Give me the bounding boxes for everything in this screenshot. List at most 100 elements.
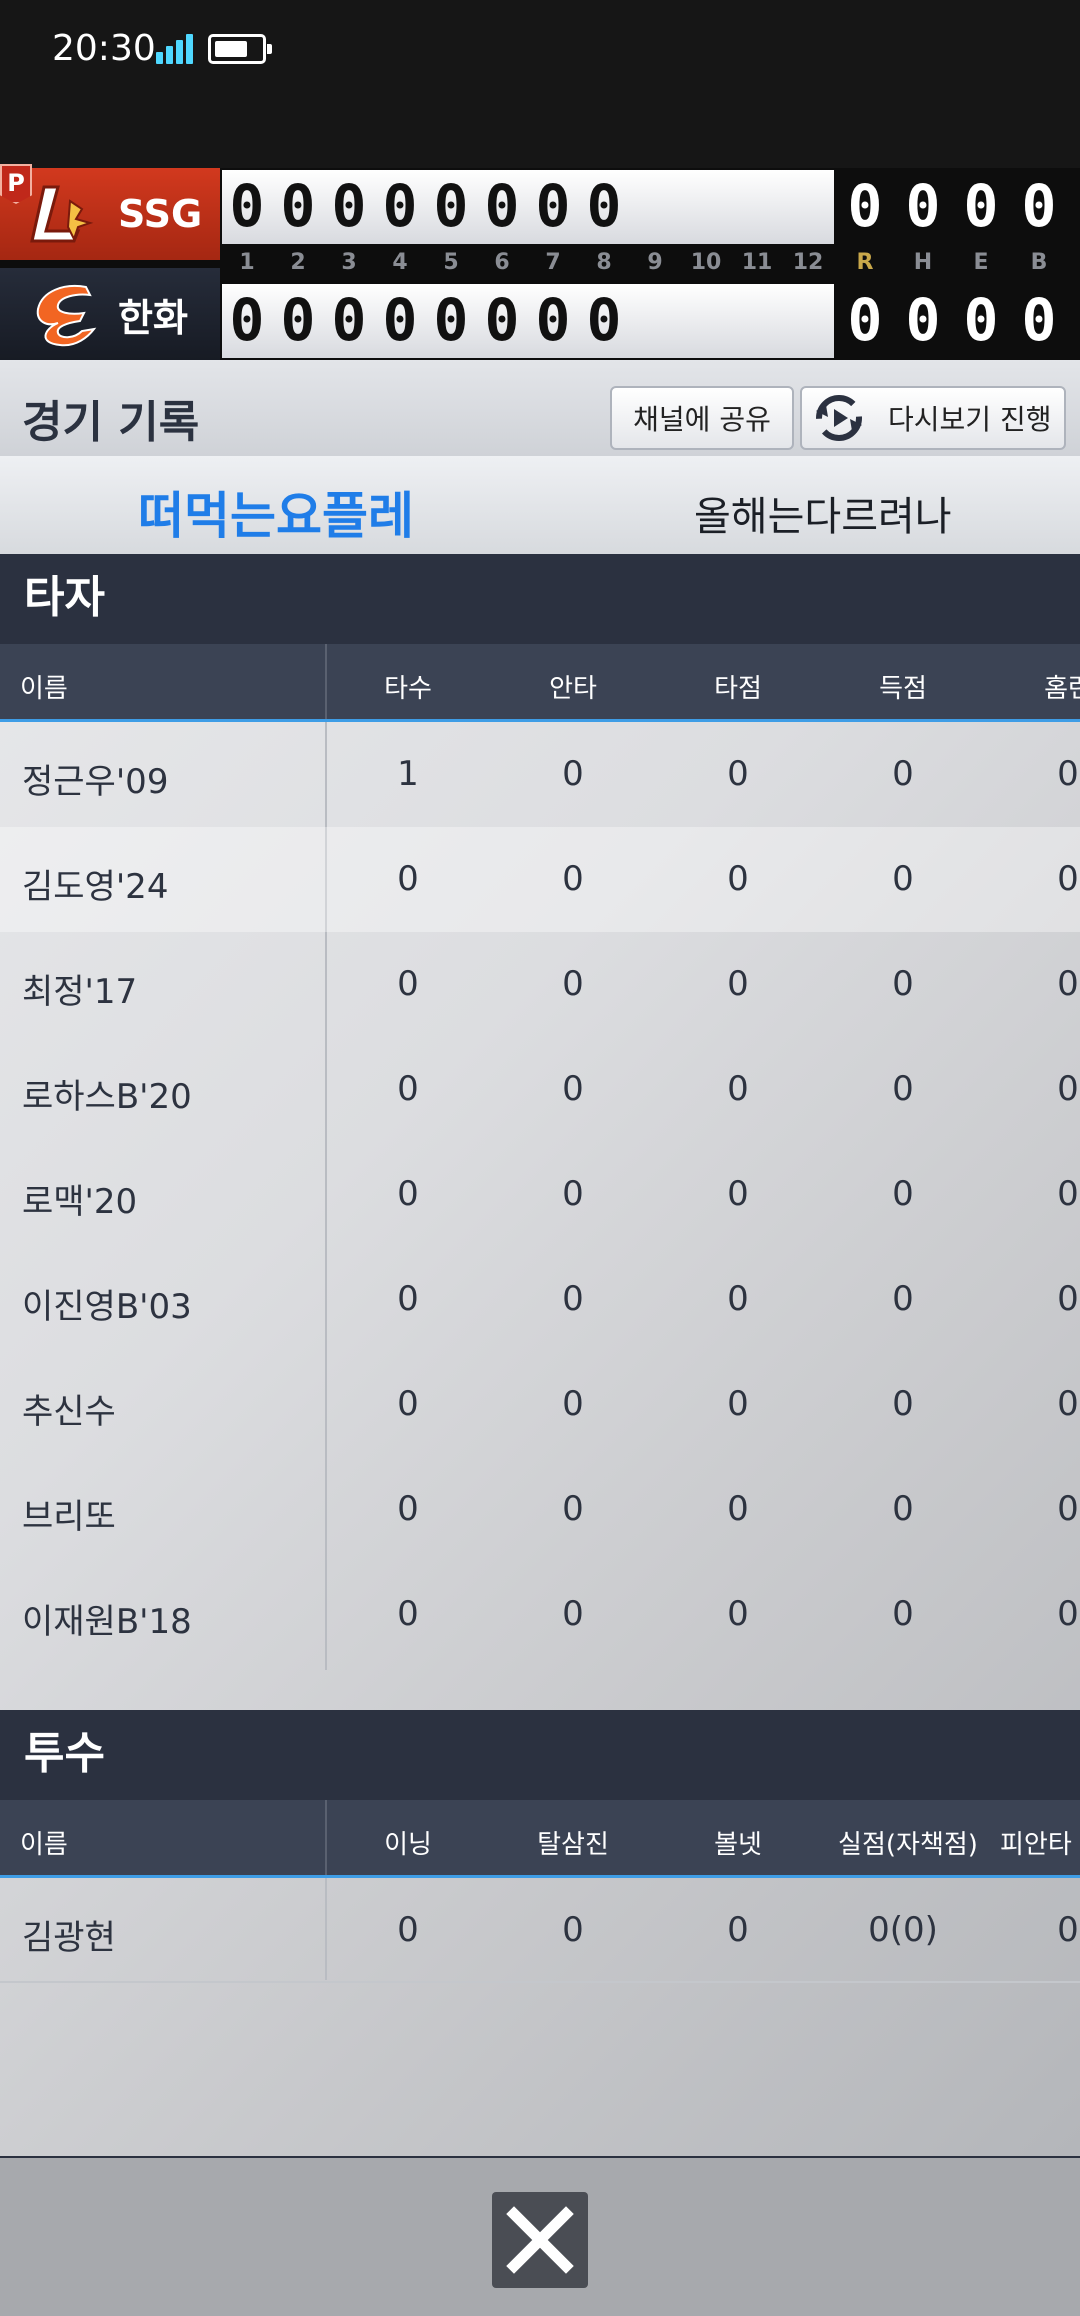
column-divider: [325, 644, 327, 719]
away-inning-5: 0: [433, 172, 469, 240]
stat-cell: 0: [892, 1279, 914, 1319]
home-team-cell: 한화: [0, 268, 220, 360]
away-inning-3: 0: [331, 172, 367, 240]
total-label-b: B: [1030, 250, 1048, 275]
replay-button[interactable]: 다시보기 진행: [800, 386, 1066, 450]
inning-label: 9: [647, 250, 663, 275]
away-total-r: 0: [847, 172, 883, 240]
stat-cell: 0: [727, 1279, 749, 1319]
stat-cell: 0: [397, 1069, 419, 1109]
table-row[interactable]: 김도영'24 0 0 0 0 0: [0, 827, 1080, 932]
col-header-name: 이름: [20, 1830, 68, 1860]
inning-label: 5: [443, 250, 459, 275]
ssg-landers-logo-icon: [30, 185, 94, 243]
player-name: 이재원B'18: [22, 1602, 192, 1642]
home-total-b: 0: [1021, 286, 1057, 354]
table-row[interactable]: 브리또 0 0 0 0 0: [0, 1457, 1080, 1562]
stat-cell: 0: [397, 964, 419, 1004]
away-totals: 0 0 0 0: [836, 170, 1080, 244]
status-bar: 20:30: [0, 0, 1080, 168]
stat-cell: 0: [562, 1174, 584, 1214]
home-inning-2: 0: [280, 286, 316, 354]
table-row[interactable]: 로맥'20 0 0 0 0 0: [0, 1142, 1080, 1247]
away-team-name: SSG: [118, 192, 203, 236]
total-label-e: E: [973, 250, 989, 275]
player-name: 로하스B'20: [22, 1077, 192, 1117]
col-header-name: 이름: [20, 674, 68, 704]
col-header-runs-earned: 실점(자책점): [838, 1830, 978, 1860]
stat-cell: 0(0): [868, 1910, 938, 1950]
column-divider: [325, 1800, 327, 1875]
table-row[interactable]: 최정'17 0 0 0 0 0: [0, 932, 1080, 1037]
scoreboard: SSG P 한화 0 0 0 0 0 0 0 0 0 0 0 0 1 2 3 4…: [0, 164, 1080, 360]
stat-cell: 0: [1057, 964, 1079, 1004]
player-name: 로맥'20: [22, 1182, 138, 1222]
stat-cell: 0: [727, 1069, 749, 1109]
table-row[interactable]: 로하스B'20 0 0 0 0 0: [0, 1037, 1080, 1142]
total-label-h: H: [913, 250, 933, 275]
stat-cell: 0: [562, 1384, 584, 1424]
home-total-r: 0: [847, 286, 883, 354]
stat-cell: 0: [892, 754, 914, 794]
player-name: 최정'17: [22, 972, 138, 1012]
inning-label: 7: [545, 250, 561, 275]
stat-cell: 0: [892, 859, 914, 899]
stat-cell: 0: [727, 964, 749, 1004]
stat-cell: 0: [1057, 859, 1079, 899]
table-row[interactable]: 추신수 0 0 0 0 0: [0, 1352, 1080, 1457]
home-total-h: 0: [905, 286, 941, 354]
table-row[interactable]: 김광현 0 0 0 0(0) 0: [0, 1878, 1080, 1983]
inning-label: 4: [392, 250, 408, 275]
away-total-b: 0: [1021, 172, 1057, 240]
col-header-strikeouts: 탈삼진: [537, 1830, 609, 1860]
home-team-name: 한화: [118, 295, 188, 340]
stat-cell: 0: [1057, 1279, 1079, 1319]
away-inning-8: 0: [586, 172, 622, 240]
batters-table-header: 이름 타수 안타 타점 득점 홈런: [0, 644, 1080, 722]
home-totals: 0 0 0 0: [836, 284, 1080, 358]
stat-cell: 0: [1057, 1594, 1079, 1634]
away-inning-2: 0: [280, 172, 316, 240]
total-label-r: R: [856, 250, 874, 275]
away-inning-7: 0: [535, 172, 571, 240]
col-header-runs: 득점: [879, 674, 927, 704]
table-row[interactable]: 이재원B'18 0 0 0 0 0: [0, 1562, 1080, 1667]
table-row[interactable]: 이진영B'03 0 0 0 0 0: [0, 1247, 1080, 1352]
status-time: 20:30: [52, 28, 156, 69]
stat-cell: 0: [562, 1069, 584, 1109]
stat-cell: 0: [1057, 1069, 1079, 1109]
home-total-e: 0: [963, 286, 999, 354]
close-button[interactable]: [492, 2192, 588, 2288]
stat-cell: 0: [892, 1069, 914, 1109]
hanwha-eagles-logo-icon: [36, 285, 97, 347]
game-record-panel: 경기 기록 채널에 공유 다시보기 진행 떠먹는요플레 올해는다르려나 타자 이…: [0, 360, 1080, 2156]
player-name: 추신수: [22, 1392, 116, 1432]
inning-label: 10: [690, 250, 722, 275]
share-channel-button[interactable]: 채널에 공유: [610, 386, 794, 450]
replay-icon: [816, 395, 862, 441]
stat-cell: 0: [1057, 1910, 1079, 1950]
stat-cell: 0: [727, 1594, 749, 1634]
home-inning-6: 0: [484, 286, 520, 354]
inning-header: 1 2 3 4 5 6 7 8 9 10 11 12 R H E B: [222, 246, 1080, 284]
inning-label: 6: [494, 250, 510, 275]
player-name: 이진영B'03: [22, 1287, 192, 1327]
pitchers-table-header: 이름 이닝 탈삼진 볼넷 실점(자책점) 피안타: [0, 1800, 1080, 1878]
stat-cell: 0: [727, 1174, 749, 1214]
stat-cell: 0: [397, 1384, 419, 1424]
tab-team-2[interactable]: 올해는다르려나: [694, 484, 952, 542]
table-row[interactable]: 정근우'09 1 0 0 0 0: [0, 722, 1080, 827]
tab-team-1[interactable]: 떠먹는요플레: [138, 476, 414, 548]
stat-cell: 0: [727, 754, 749, 794]
close-icon: [506, 2206, 574, 2274]
stat-cell: 0: [562, 1594, 584, 1634]
stat-cell: 0: [397, 859, 419, 899]
team-tabs: 떠먹는요플레 올해는다르려나: [0, 456, 1080, 554]
stat-cell: 0: [727, 1384, 749, 1424]
col-header-at-bats: 타수: [384, 674, 432, 704]
inning-label: 3: [341, 250, 357, 275]
stat-cell: 0: [892, 1384, 914, 1424]
pitchers-section-title: 투수: [0, 1710, 1080, 1800]
battery-icon: [208, 34, 272, 64]
stat-cell: 0: [1057, 1174, 1079, 1214]
